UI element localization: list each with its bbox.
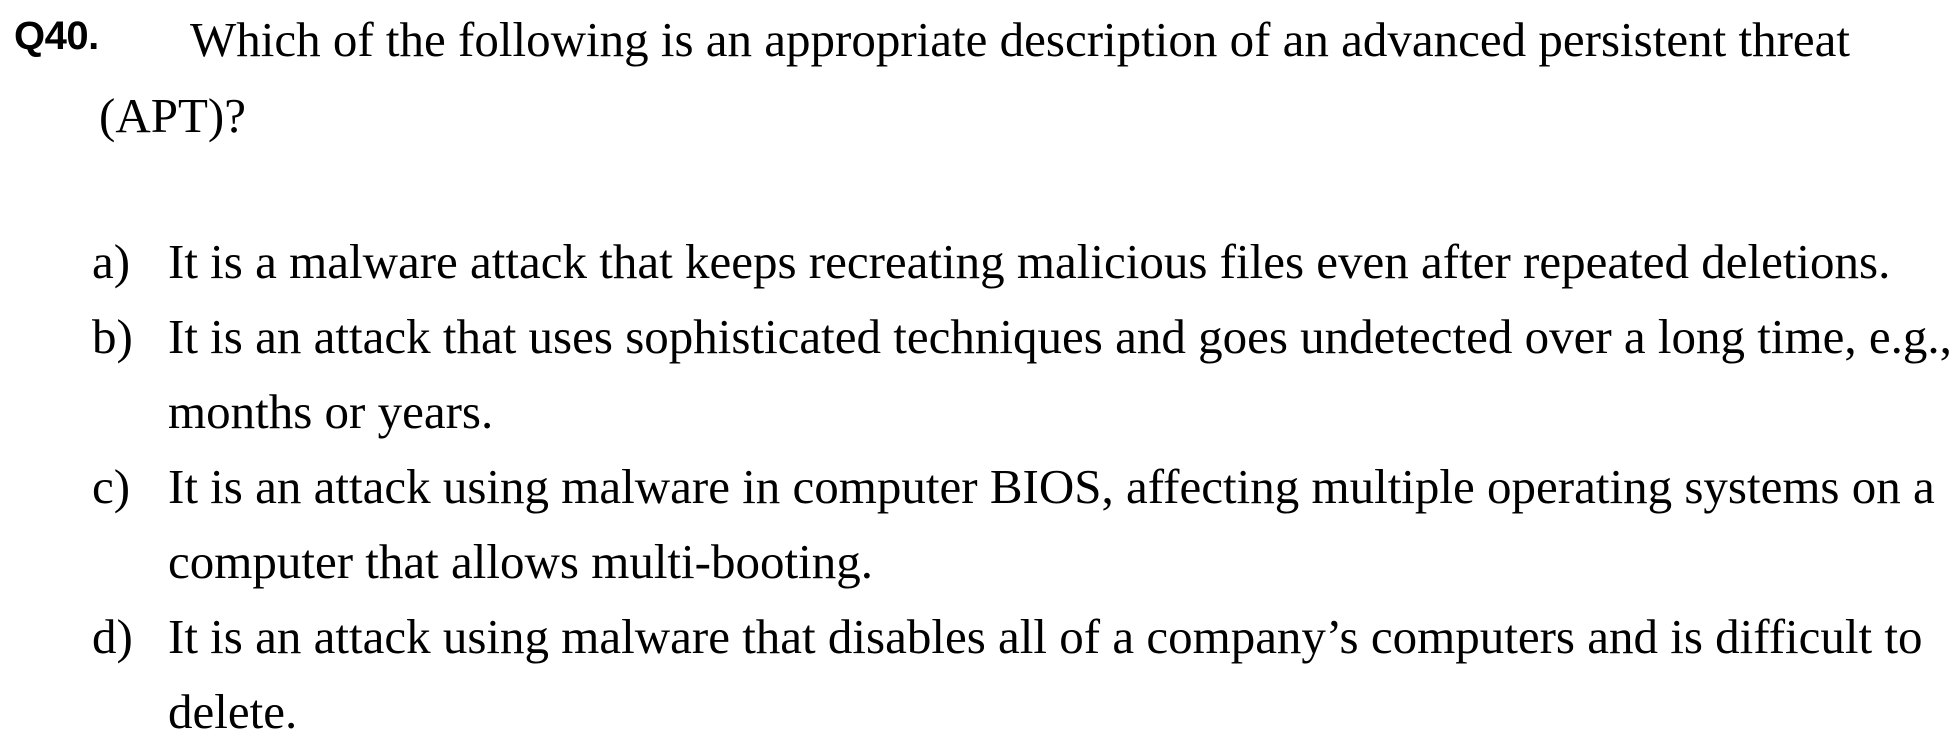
option-text: It is a malware attack that keeps recrea… (168, 234, 1891, 289)
option-a: a) It is a malware attack that keeps rec… (92, 224, 1952, 299)
option-text: It is an attack using malware in compute… (168, 459, 1935, 589)
option-c: c) It is an attack using malware in comp… (92, 449, 1952, 599)
question-page: Q40. Which of the following is an approp… (0, 0, 1952, 744)
question-number: Q40. (14, 14, 99, 58)
option-letter: a) (92, 234, 131, 289)
option-b: b) It is an attack that uses sophisticat… (92, 299, 1952, 449)
option-letter: b) (92, 309, 133, 364)
option-d: d) It is an attack using malware that di… (92, 599, 1952, 749)
option-text: It is an attack that uses sophisticated … (168, 309, 1952, 439)
option-letter: d) (92, 609, 133, 664)
option-text: It is an attack using malware that disab… (168, 609, 1923, 739)
question-text: Which of the following is an appropriate… (99, 12, 1850, 143)
option-letter: c) (92, 459, 131, 514)
answer-options: a) It is a malware attack that keeps rec… (92, 224, 1952, 749)
